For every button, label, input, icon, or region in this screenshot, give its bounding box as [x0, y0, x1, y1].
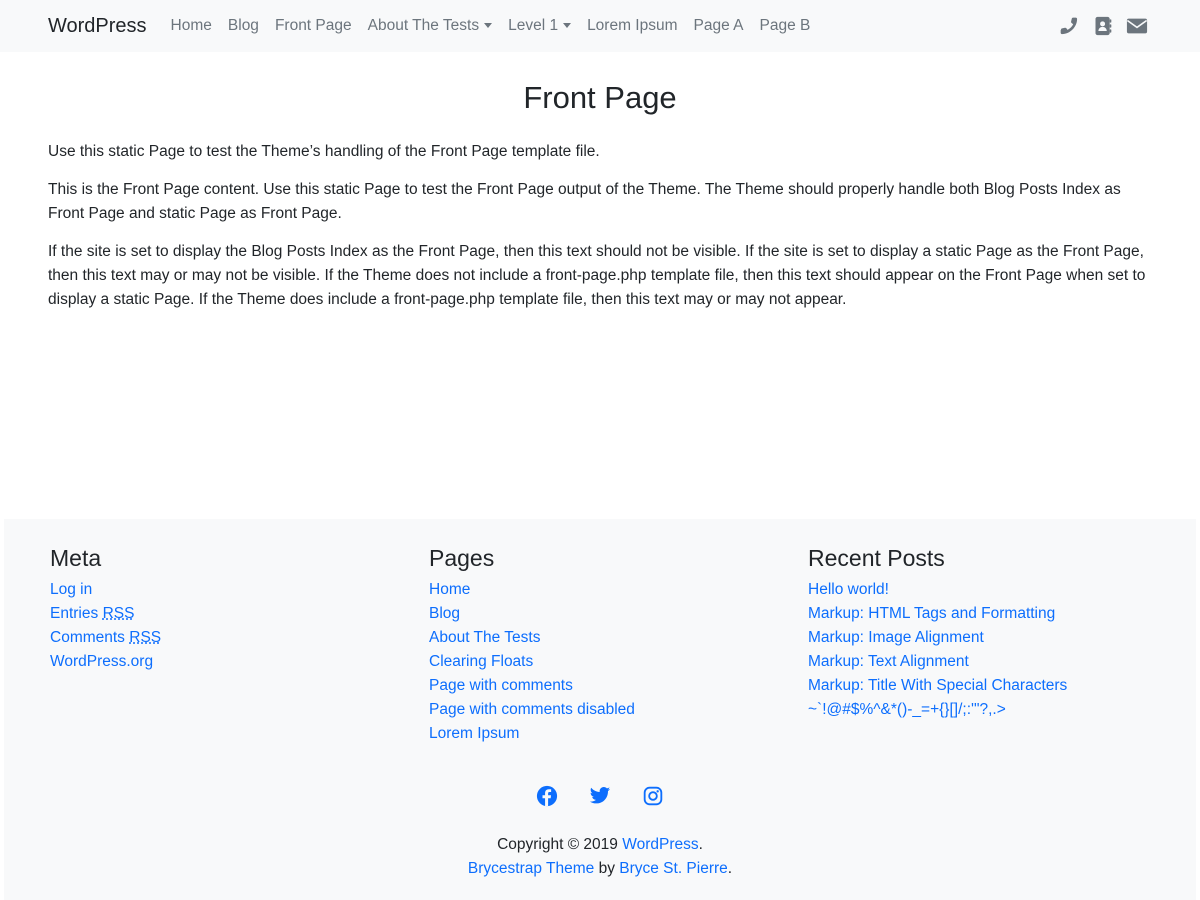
twitter-icon[interactable]	[589, 785, 611, 807]
page-title: Front Page	[523, 80, 677, 115]
recent-posts-heading: Recent Posts	[808, 545, 945, 571]
log-in-link[interactable]: Log in	[50, 581, 92, 598]
content-paragraph: If the site is set to display the Blog P…	[48, 243, 1146, 308]
list-item: Hello world!	[808, 578, 1188, 602]
rss-abbr: RSS	[129, 629, 162, 646]
nav-item-label: Home	[170, 17, 212, 34]
nav-item-label: Blog	[227, 17, 259, 34]
list-item: About The Tests	[429, 626, 789, 650]
nav-item-home[interactable]: Home	[163, 0, 220, 52]
nav-item-lorem-ipsum[interactable]: Lorem Ipsum	[579, 0, 685, 52]
page-link[interactable]: Clearing Floats	[429, 653, 533, 670]
page-link[interactable]: Page with comments disabled	[429, 701, 635, 718]
list-item: Markup: Title With Special Characters	[808, 674, 1188, 698]
page-link[interactable]: Page with comments	[429, 677, 573, 694]
nav-item-blog[interactable]: Blog	[220, 0, 267, 52]
page-link[interactable]: Home	[429, 581, 470, 598]
nav-item-label: Level 1	[508, 17, 559, 34]
list-item: Page with comments	[429, 674, 789, 698]
address-book-icon[interactable]	[1092, 15, 1114, 37]
caret-down-icon	[563, 22, 572, 28]
nav-item-label: About The Tests	[367, 17, 480, 34]
instagram-icon[interactable]	[642, 785, 664, 807]
nav-item-label: Front Page	[274, 17, 352, 34]
nav-menu: Home Blog Front Page About The Tests Lev…	[163, 0, 819, 52]
post-link[interactable]: ~`!@#$%^&*()-_=+{}[]/;:'"?,.>	[808, 701, 1006, 718]
nav-item-page-b[interactable]: Page B	[752, 0, 819, 52]
post-link[interactable]: Markup: Image Alignment	[808, 629, 984, 646]
content-paragraph: Use this static Page to test the Theme’s…	[48, 143, 600, 160]
main-content: Front Page Use this static Page to test …	[48, 52, 1152, 326]
phone-icon[interactable]	[1058, 15, 1080, 37]
copyright-text: .	[698, 836, 703, 853]
list-item: Blog	[429, 602, 789, 626]
post-link[interactable]: Markup: HTML Tags and Formatting	[808, 605, 1055, 622]
rss-abbr: RSS	[102, 605, 135, 622]
meta-list: Log in Entries RSS Comments RSS WordPres…	[50, 578, 410, 674]
nav-item-label: Page B	[759, 17, 811, 34]
link-text: Comments	[50, 629, 130, 646]
nav-icons	[1046, 0, 1148, 52]
post-link[interactable]: Markup: Text Alignment	[808, 653, 969, 670]
meta-widget: Meta Log in Entries RSS Comments RSS Wor…	[50, 543, 410, 674]
theme-link[interactable]: Brycestrap Theme	[468, 860, 594, 877]
recent-posts-list: Hello world! Markup: HTML Tags and Forma…	[808, 578, 1188, 722]
pages-list: Home Blog About The Tests Clearing Float…	[429, 578, 789, 746]
nav-item-page-a[interactable]: Page A	[686, 0, 752, 52]
list-item: WordPress.org	[50, 650, 410, 674]
nav-item-level-1[interactable]: Level 1	[500, 0, 579, 52]
post-link[interactable]: Markup: Title With Special Characters	[808, 677, 1067, 694]
copyright: Copyright © 2019 WordPress. Brycestrap T…	[4, 833, 1196, 881]
list-item: Comments RSS	[50, 626, 410, 650]
site-link[interactable]: WordPress	[622, 836, 698, 853]
content-paragraph: This is the Front Page content. Use this…	[48, 181, 1121, 222]
site-footer: Meta Log in Entries RSS Comments RSS Wor…	[4, 519, 1196, 900]
comments-rss-link[interactable]: Comments RSS	[50, 629, 161, 646]
nav-item-about-the-tests[interactable]: About The Tests	[360, 0, 500, 52]
list-item: ~`!@#$%^&*()-_=+{}[]/;:'"?,.>	[808, 698, 1188, 722]
wordpress-org-link[interactable]: WordPress.org	[50, 653, 153, 670]
copyright-line: Copyright © 2019 WordPress.	[4, 833, 1196, 857]
pages-heading: Pages	[429, 545, 495, 571]
page-link[interactable]: Blog	[429, 605, 460, 622]
list-item: Page with comments disabled	[429, 698, 789, 722]
author-link[interactable]: Bryce St. Pierre	[619, 860, 728, 877]
copyright-text: Copyright © 2019	[497, 836, 623, 853]
facebook-icon[interactable]	[536, 785, 558, 807]
meta-heading: Meta	[50, 545, 102, 571]
site-brand[interactable]: WordPress	[48, 0, 147, 52]
pages-widget: Pages Home Blog About The Tests Clearing…	[429, 543, 789, 746]
page-link[interactable]: Lorem Ipsum	[429, 725, 519, 742]
credit-text: .	[727, 860, 733, 877]
list-item: Log in	[50, 578, 410, 602]
list-item: Entries RSS	[50, 602, 410, 626]
list-item: Markup: Text Alignment	[808, 650, 1188, 674]
nav-item-front-page[interactable]: Front Page	[267, 0, 360, 52]
post-link[interactable]: Hello world!	[808, 581, 889, 598]
navbar: WordPress Home Blog Front Page About The…	[0, 0, 1200, 52]
nav-item-label: Page A	[693, 17, 744, 34]
list-item: Lorem Ipsum	[429, 722, 789, 746]
theme-credit-line: Brycestrap Theme by Bryce St. Pierre.	[4, 857, 1196, 881]
page-link[interactable]: About The Tests	[429, 629, 540, 646]
entries-rss-link[interactable]: Entries RSS	[50, 605, 134, 622]
list-item: Home	[429, 578, 789, 602]
link-text: Entries	[50, 605, 103, 622]
social-icons	[4, 785, 1196, 807]
caret-down-icon	[484, 22, 493, 28]
list-item: Markup: HTML Tags and Formatting	[808, 602, 1188, 626]
recent-posts-widget: Recent Posts Hello world! Markup: HTML T…	[808, 543, 1188, 722]
list-item: Markup: Image Alignment	[808, 626, 1188, 650]
credit-text: by	[594, 860, 620, 877]
nav-item-label: Lorem Ipsum	[587, 17, 678, 34]
envelope-icon[interactable]	[1126, 15, 1148, 37]
list-item: Clearing Floats	[429, 650, 789, 674]
